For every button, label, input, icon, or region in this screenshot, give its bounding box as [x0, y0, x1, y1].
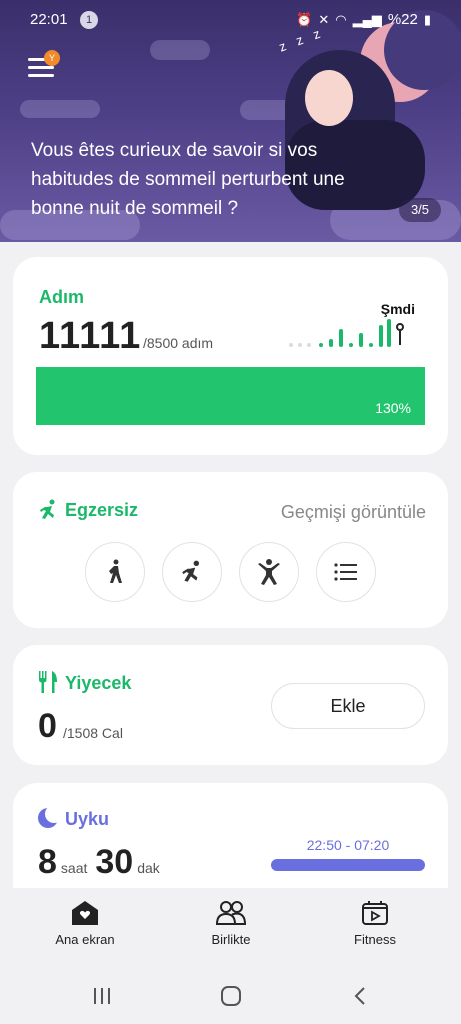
food-calories-goal: /1508 Cal [63, 725, 123, 741]
sleep-minutes-unit: dak [137, 860, 160, 876]
nav-fitness[interactable]: Fitness [315, 900, 435, 947]
bottom-navigation: Ana ekran Birlikte Fitness [0, 888, 461, 968]
menu-button[interactable]: Y [28, 50, 60, 80]
home-icon [72, 901, 98, 925]
steps-progress-label: 130% [375, 400, 411, 416]
now-marker [396, 323, 404, 331]
nav-home-label: Ana ekran [55, 932, 115, 947]
view-history-link[interactable]: Geçmişi görüntüle [281, 502, 426, 523]
cloud [20, 100, 100, 118]
steps-now-label: Şmdi [380, 301, 415, 317]
back-chevron-icon [354, 987, 365, 1005]
recent-apps-button[interactable] [82, 982, 122, 1010]
walk-icon [109, 559, 122, 583]
workout-icon [258, 559, 280, 585]
alarm-icon: ⏰ [296, 11, 313, 27]
people-icon [216, 901, 246, 925]
sleep-minutes: 30 [95, 843, 134, 881]
sleep-bar [271, 859, 425, 871]
walk-button[interactable] [85, 542, 145, 602]
add-food-button[interactable]: Ekle [271, 683, 425, 729]
banner-page-indicator: 3/5 [399, 198, 441, 222]
status-time: 22:01 [30, 11, 68, 28]
running-icon [40, 499, 55, 519]
sleep-hours: 8 [38, 843, 57, 881]
steps-goal: /8500 adım [143, 335, 214, 351]
sleep-duration: 8 saat 30 dak [38, 843, 168, 882]
steps-progress-bar: 130% [36, 367, 425, 425]
mute-icon: ✕ [318, 11, 330, 27]
run-button[interactable] [162, 542, 222, 602]
sleep-title: Uyku [65, 809, 110, 829]
notification-count-badge: 1 [80, 11, 98, 29]
nav-home[interactable]: Ana ekran [25, 900, 145, 947]
nav-fitness-label: Fitness [354, 932, 396, 947]
system-navigation-bar [0, 968, 461, 1024]
sleep-time-range: 22:50 - 07:20 [306, 837, 390, 853]
sleep-card[interactable]: Uyku 8 saat 30 dak 22:50 - 07:20 [13, 783, 448, 888]
recent-apps-icon [94, 988, 110, 1004]
nav-together[interactable]: Birlikte [171, 900, 291, 947]
status-bar: 22:01 1 ⏰ ✕ ◠ ▂▄▆ %22 ▮ [0, 0, 461, 40]
sleep-hours-unit: saat [60, 860, 88, 876]
steps-mini-chart [287, 317, 417, 347]
home-square-icon [221, 986, 241, 1006]
home-button[interactable] [211, 982, 251, 1010]
signal-icon: ▂▄▆ [352, 11, 382, 27]
battery-text: %22 [387, 11, 418, 28]
fitness-icon [362, 901, 388, 925]
exercise-card[interactable]: Egzersiz Geçmişi görüntüle [13, 472, 448, 628]
fork-knife-icon [39, 671, 57, 693]
exercise-list-button[interactable] [316, 542, 376, 602]
run-icon [182, 560, 200, 582]
nav-together-label: Birlikte [211, 932, 251, 947]
steps-card[interactable]: Adım 11111 /8500 adım Şmdi 130% [13, 257, 448, 455]
food-calories-value: 0 [38, 707, 57, 745]
moon-icon [38, 805, 63, 828]
hero-banner[interactable]: z z z 22:01 1 ⏰ ✕ ◠ ▂▄▆ %22 ▮ Y Vous ête… [0, 0, 461, 242]
back-button[interactable] [340, 982, 380, 1010]
cloud [150, 40, 210, 60]
menu-badge: Y [44, 50, 60, 66]
steps-title: Adım [39, 287, 84, 307]
battery-icon: ▮ [423, 11, 431, 27]
hero-headline: Vous êtes curieux de savoir si vos habit… [31, 140, 345, 219]
steps-progress-fill [36, 367, 425, 425]
food-title: Yiyecek [65, 673, 132, 693]
list-icon [334, 563, 357, 581]
wifi-icon: ◠ [335, 11, 347, 27]
food-card[interactable]: Yiyecek 0 /1508 Cal Ekle [13, 645, 448, 765]
workout-button[interactable] [239, 542, 299, 602]
steps-value: 11111 [39, 315, 142, 357]
exercise-title: Egzersiz [65, 500, 139, 520]
